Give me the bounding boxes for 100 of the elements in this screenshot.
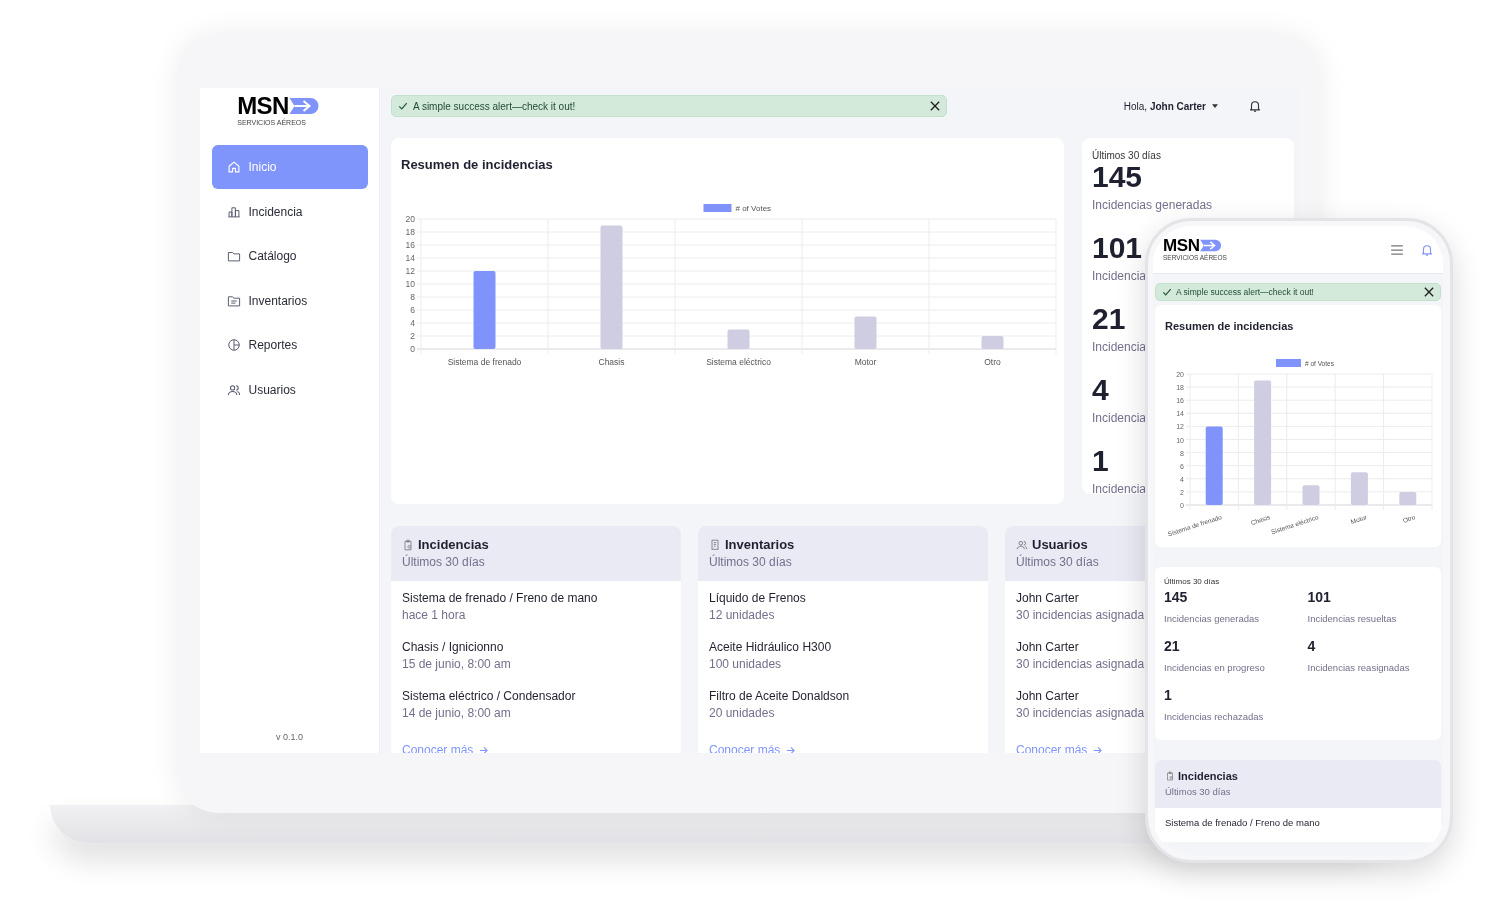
stat-label: Incidencia [1092, 411, 1147, 425]
card-subtitle: Últimos 30 días [1016, 555, 1099, 569]
stat-value: 21 [1092, 304, 1126, 334]
axis-label: Otro [984, 356, 1001, 367]
axis-tick-label: 16 [405, 239, 415, 250]
legend-swatch [703, 203, 732, 212]
stat-value: 101 [1307, 588, 1331, 606]
airplane-logo-icon [1199, 239, 1222, 253]
check-icon [1162, 287, 1172, 297]
card-title: Usuarios [1032, 537, 1088, 553]
users-icon [1016, 539, 1028, 551]
item-detail: 30 incidencias asignada [1016, 607, 1145, 623]
item-detail: 14 de junio, 8:00 am [402, 705, 511, 721]
item-detail: 100 unidades [709, 656, 782, 672]
item-detail: 20 unidades [709, 705, 775, 721]
axis-tick-label: 0 [410, 343, 415, 354]
bar-chart-icon [226, 204, 241, 219]
item-title: John Carter [1016, 639, 1079, 655]
item-title: Aceite Hidráulico H300 [709, 639, 832, 655]
close-icon[interactable] [930, 101, 940, 111]
stat-value: 101 [1092, 233, 1143, 263]
alert-message: A simple success alert—check it out! [413, 99, 576, 114]
axis-tick-label: 8 [410, 291, 415, 302]
item-detail: 30 incidencias asignada [1016, 705, 1145, 721]
item-title: Chasis / Ignicionno [402, 639, 504, 655]
close-icon[interactable] [1424, 287, 1434, 297]
version-label: v 0.1.0 [276, 730, 303, 744]
greeting[interactable]: Hola, John Carter [1123, 98, 1206, 114]
stat-label: Incidencias en progreso [1164, 661, 1265, 675]
stat-label: Incidencia [1092, 340, 1147, 354]
receipt-icon [709, 539, 721, 551]
axis-label: Chasis [598, 356, 625, 367]
stat-value: 4 [1307, 637, 1316, 655]
item-detail: hace 1 hora [402, 607, 466, 623]
folder-list-icon [226, 293, 241, 308]
arrow-right-icon [786, 745, 796, 753]
stat-value: 145 [1164, 588, 1188, 606]
check-icon [398, 101, 408, 111]
axis-tick-label: 4 [410, 317, 415, 328]
card-title: Inventarios [725, 537, 795, 553]
logo-text: MSN [1163, 237, 1200, 255]
legend-label: # of Votes [735, 203, 772, 213]
axis-tick-label: 6 [410, 304, 415, 315]
stat-value: 145 [1092, 162, 1143, 192]
item-title: Líquido de Frenos [709, 590, 806, 606]
axis-label: Sistema eléctrico [706, 356, 771, 367]
item-title: John Carter [1016, 590, 1079, 606]
card-subtitle: Últimos 30 días [709, 555, 792, 569]
item-detail: 15 de junio, 8:00 am [402, 656, 511, 672]
stat-value: 1 [1164, 686, 1172, 704]
stat-value: 4 [1092, 375, 1109, 405]
clipboard-icon [402, 539, 414, 551]
axis-label: Sistema de frenado [447, 356, 522, 367]
menu-icon[interactable] [1391, 244, 1403, 255]
axis-tick-label: 10 [405, 278, 415, 289]
nav-item[interactable]: Incidencia [211, 189, 368, 234]
card-title: Resumen de incidencias [401, 156, 554, 174]
card-title: Incidencias [418, 537, 489, 553]
period-label: Últimos 30 días [1164, 576, 1220, 588]
pie-chart-icon [226, 338, 241, 353]
item-title: Sistema de frenado / Freno de mano [402, 590, 598, 606]
stat-label: Incidencia [1092, 269, 1147, 283]
home-icon [226, 160, 241, 174]
item-detail: 12 unidades [709, 607, 775, 623]
item-detail: 30 incidencias asignada [1016, 656, 1145, 672]
arrow-right-icon [1093, 745, 1103, 753]
nav-item[interactable]: Reportes [211, 323, 368, 368]
card-title: Resumen de incidencias [1165, 319, 1294, 334]
folder-icon [226, 249, 241, 264]
stat-label: Incidencias reasignadas [1307, 661, 1410, 675]
axis-tick-label: 14 [405, 252, 415, 263]
alert-message: A simple success alert—check it out! [1176, 285, 1314, 299]
card-title: Incidencias [1178, 769, 1238, 783]
axis-tick-label: 18 [405, 226, 415, 237]
stat-label: Incidencias resueltas [1307, 612, 1397, 626]
axis-label: Motor [854, 356, 877, 367]
nav-item[interactable]: Usuarios [211, 367, 368, 412]
axis-tick-label: 20 [405, 213, 415, 224]
item-title: Sistema de frenado / Freno de mano [1165, 816, 1320, 830]
nav-item[interactable]: Catálogo [211, 234, 368, 279]
card-subtitle: Últimos 30 días [1165, 785, 1231, 799]
stat-label: Incidencias generadas [1164, 612, 1260, 626]
item-title: Filtro de Aceite Donaldson [709, 688, 850, 704]
clipboard-icon [1165, 771, 1175, 781]
stat-label: Incidencias rechazadas [1164, 710, 1264, 724]
item-title: John Carter [1016, 688, 1079, 704]
notification-bell-icon[interactable] [1248, 99, 1262, 113]
stat-label: Incidencias generadas [1092, 198, 1213, 212]
stat-value: 1 [1092, 446, 1109, 476]
stat-value: 21 [1164, 637, 1180, 655]
axis-tick-label: 2 [410, 330, 415, 341]
legend-swatch [1276, 358, 1301, 367]
arrow-right-icon [479, 745, 489, 753]
users-icon [226, 382, 241, 397]
item-title: Sistema eléctrico / Condensador [402, 688, 576, 704]
nav-item[interactable]: Inventarios [211, 278, 368, 323]
airplane-logo-icon [288, 97, 320, 115]
logo-text: MSN [237, 94, 289, 118]
caret-icon[interactable] [1212, 104, 1218, 108]
card-subtitle: Últimos 30 días [402, 555, 485, 569]
